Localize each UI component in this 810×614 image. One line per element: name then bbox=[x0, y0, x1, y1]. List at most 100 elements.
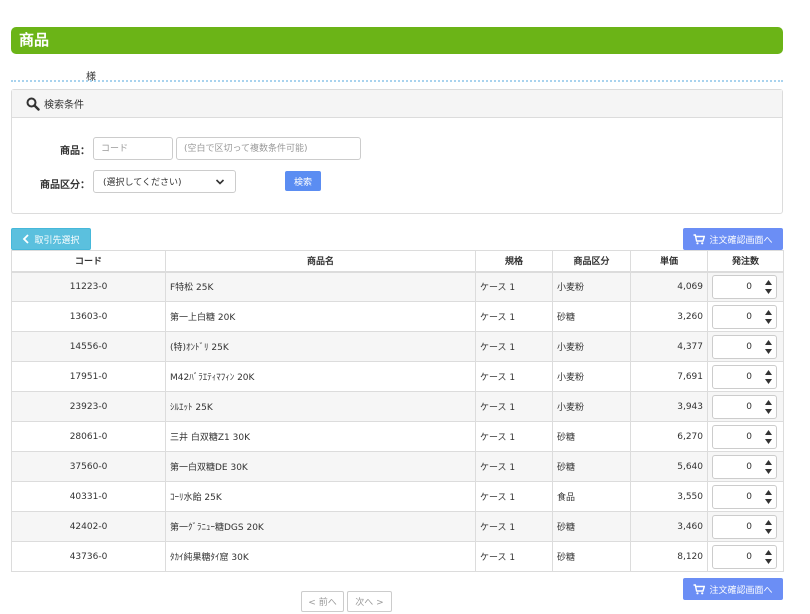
quantity-value: 0 bbox=[746, 371, 752, 382]
quantity-stepper[interactable]: 0 bbox=[712, 304, 777, 329]
cell-price: 3,460 bbox=[630, 511, 708, 542]
cell-category: 小麦粉 bbox=[552, 331, 631, 362]
confirm-button-label: 注文確認画面へ bbox=[709, 235, 773, 246]
cell-price: 3,260 bbox=[630, 301, 708, 332]
cell-code: 23923-0 bbox=[11, 391, 166, 422]
cell-name: ｺｰﾘ水飴 25K bbox=[165, 481, 476, 512]
cell-qty: 0 bbox=[707, 331, 784, 362]
search-panel-header: 検索条件 bbox=[12, 90, 782, 118]
quantity-stepper[interactable]: 0 bbox=[712, 454, 777, 479]
cell-name: F特松 25K bbox=[165, 271, 476, 302]
quantity-value: 0 bbox=[746, 491, 752, 502]
category-select-value: (選択してください) bbox=[103, 178, 182, 188]
cell-qty: 0 bbox=[707, 541, 784, 572]
cell-name: 第一ｸﾞﾗﾆｭｰ糖DGS 20K bbox=[165, 511, 476, 542]
cell-code: 42402-0 bbox=[11, 511, 166, 542]
spinner-arrows-icon[interactable] bbox=[764, 368, 773, 386]
column-header-spec: 規格 bbox=[475, 250, 553, 273]
cell-name: 第一白双糖DE 30K bbox=[165, 451, 476, 482]
chevron-left-icon bbox=[23, 234, 30, 244]
order-confirm-button-top[interactable]: 注文確認画面へ bbox=[683, 228, 783, 250]
page-title: 商品 bbox=[11, 27, 783, 54]
search-panel: 検索条件 商品： 商品区分： (選択してください) 検索 bbox=[11, 89, 783, 214]
qty-wrapper: 0 bbox=[712, 514, 779, 539]
quantity-value: 0 bbox=[746, 521, 752, 532]
table-row: 37560-0 第一白双糖DE 30K ケース 1 砂糖 5,640 0 bbox=[11, 451, 784, 482]
product-code-input[interactable] bbox=[93, 137, 173, 160]
cell-price: 4,377 bbox=[630, 331, 708, 362]
cell-code: 28061-0 bbox=[11, 421, 166, 452]
quantity-stepper[interactable]: 0 bbox=[712, 364, 777, 389]
quantity-stepper[interactable]: 0 bbox=[712, 274, 777, 299]
quantity-value: 0 bbox=[746, 281, 752, 292]
qty-wrapper: 0 bbox=[712, 364, 779, 389]
cell-price: 3,550 bbox=[630, 481, 708, 512]
cell-name: 第一上白糖 20K bbox=[165, 301, 476, 332]
table-row: 17951-0 M42ﾊﾞﾗｴﾃｨﾏﾌｨﾝ 20K ケース 1 小麦粉 7,691 0 bbox=[11, 361, 784, 392]
cell-category: 砂糖 bbox=[552, 421, 631, 452]
cell-spec: ケース 1 bbox=[475, 391, 553, 422]
quantity-stepper[interactable]: 0 bbox=[712, 484, 777, 509]
table-row: 14556-0 (特)ｵﾝﾄﾞﾘ 25K ケース 1 小麦粉 4,377 0 bbox=[11, 331, 784, 362]
qty-wrapper: 0 bbox=[712, 304, 779, 329]
spinner-arrows-icon[interactable] bbox=[764, 338, 773, 356]
cell-price: 3,943 bbox=[630, 391, 708, 422]
cell-qty: 0 bbox=[707, 361, 784, 392]
table-row: 13603-0 第一上白糖 20K ケース 1 砂糖 3,260 0 bbox=[11, 301, 784, 332]
prev-page-button[interactable]: < 前へ bbox=[301, 591, 344, 612]
cell-category: 砂糖 bbox=[552, 511, 631, 542]
spinner-arrows-icon[interactable] bbox=[764, 398, 773, 416]
quantity-stepper[interactable]: 0 bbox=[712, 394, 777, 419]
cell-price: 7,691 bbox=[630, 361, 708, 392]
table-row: 40331-0 ｺｰﾘ水飴 25K ケース 1 食品 3,550 0 bbox=[11, 481, 784, 512]
confirm-button-label: 注文確認画面へ bbox=[709, 585, 773, 596]
qty-wrapper: 0 bbox=[712, 544, 779, 569]
quantity-stepper[interactable]: 0 bbox=[712, 424, 777, 449]
column-header-name: 商品名 bbox=[165, 250, 476, 273]
cell-spec: ケース 1 bbox=[475, 301, 553, 332]
cell-spec: ケース 1 bbox=[475, 541, 553, 572]
cell-qty: 0 bbox=[707, 421, 784, 452]
order-confirm-button-bottom[interactable]: 注文確認画面へ bbox=[683, 578, 783, 600]
spinner-arrows-icon[interactable] bbox=[764, 488, 773, 506]
spinner-arrows-icon[interactable] bbox=[764, 548, 773, 566]
quantity-stepper[interactable]: 0 bbox=[712, 334, 777, 359]
product-name-input[interactable] bbox=[176, 137, 361, 160]
quantity-stepper[interactable]: 0 bbox=[712, 544, 777, 569]
spinner-arrows-icon[interactable] bbox=[764, 278, 773, 296]
spinner-arrows-icon[interactable] bbox=[764, 308, 773, 326]
qty-wrapper: 0 bbox=[712, 424, 779, 449]
quantity-value: 0 bbox=[746, 401, 752, 412]
column-header-category: 商品区分 bbox=[552, 250, 631, 273]
next-page-button[interactable]: 次へ > bbox=[347, 591, 392, 612]
spinner-arrows-icon[interactable] bbox=[764, 458, 773, 476]
spinner-arrows-icon[interactable] bbox=[764, 518, 773, 536]
chevron-down-icon bbox=[215, 179, 225, 185]
cell-name: ｼﾙｴｯﾄ 25K bbox=[165, 391, 476, 422]
back-to-customer-button[interactable]: 取引先選択 bbox=[11, 228, 91, 250]
cell-code: 17951-0 bbox=[11, 361, 166, 392]
table-header-row: コード 商品名 規格 商品区分 単価 発注数 bbox=[11, 250, 784, 273]
quantity-stepper[interactable]: 0 bbox=[712, 514, 777, 539]
cell-name: 三井 白双糖Z1 30K bbox=[165, 421, 476, 452]
category-select[interactable]: (選択してください) bbox=[93, 170, 236, 193]
cart-icon bbox=[693, 583, 706, 594]
cell-spec: ケース 1 bbox=[475, 271, 553, 302]
qty-wrapper: 0 bbox=[712, 274, 779, 299]
quantity-value: 0 bbox=[746, 461, 752, 472]
category-label: 商品区分： bbox=[40, 180, 90, 191]
column-header-code: コード bbox=[11, 250, 166, 273]
quantity-value: 0 bbox=[746, 431, 752, 442]
cell-qty: 0 bbox=[707, 271, 784, 302]
qty-wrapper: 0 bbox=[712, 334, 779, 359]
cell-name: (特)ｵﾝﾄﾞﾘ 25K bbox=[165, 331, 476, 362]
product-label: 商品： bbox=[60, 146, 90, 157]
cell-qty: 0 bbox=[707, 511, 784, 542]
cell-code: 37560-0 bbox=[11, 451, 166, 482]
search-button[interactable]: 検索 bbox=[285, 171, 321, 191]
cell-category: 小麦粉 bbox=[552, 361, 631, 392]
cell-code: 43736-0 bbox=[11, 541, 166, 572]
spinner-arrows-icon[interactable] bbox=[764, 428, 773, 446]
quantity-value: 0 bbox=[746, 551, 752, 562]
cell-category: 食品 bbox=[552, 481, 631, 512]
